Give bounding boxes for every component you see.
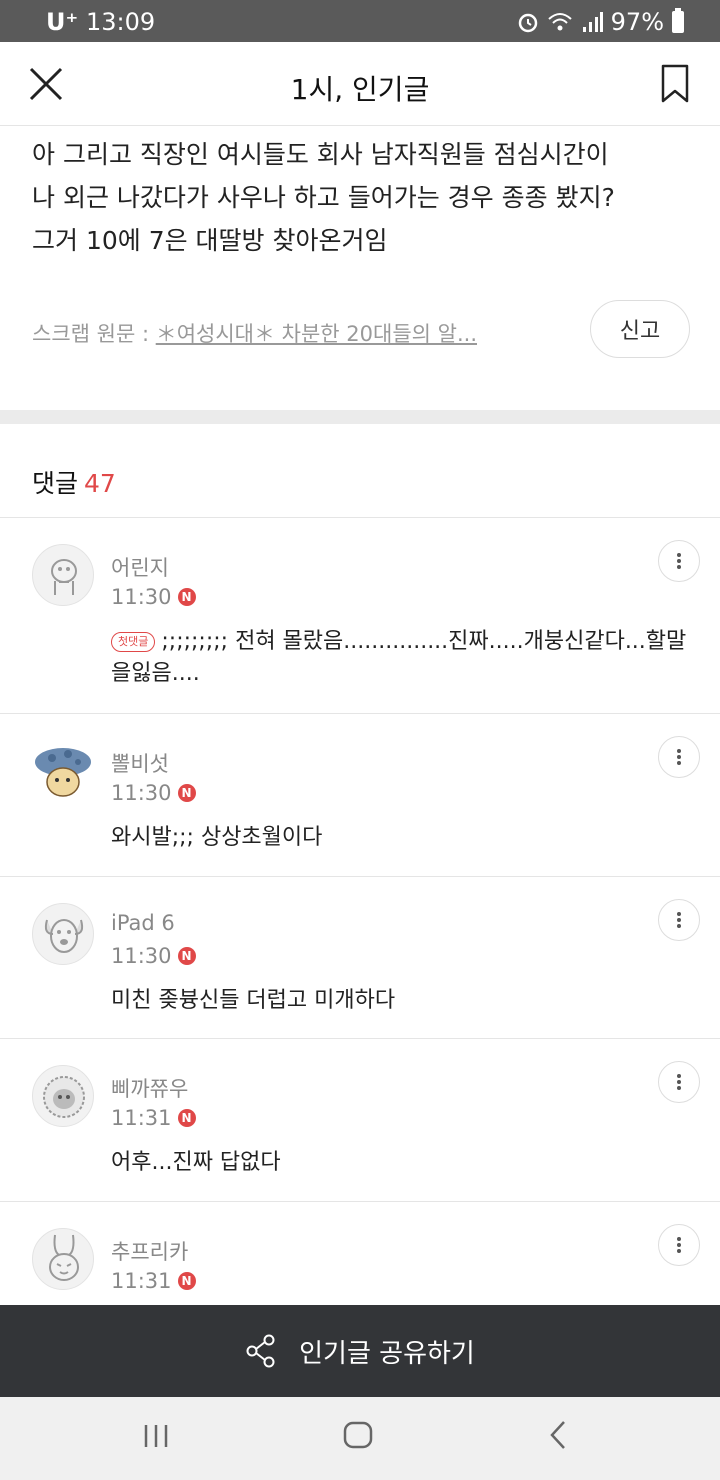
comment-nickname[interactable]: iPad 6 [111, 911, 175, 935]
comment-time-text: 11:31 [111, 1106, 172, 1130]
more-button[interactable] [658, 736, 700, 778]
share-icon [246, 1334, 275, 1368]
new-badge: N [177, 1272, 196, 1290]
avatar[interactable] [32, 1228, 94, 1290]
comment-text: 미친 좆븅신들 더럽고 미개하다 [111, 988, 396, 1013]
more-button[interactable] [658, 540, 700, 582]
scrap-link[interactable]: ＊여성시대＊ 차분한 20대들의 알... [156, 322, 477, 346]
carrier-label: U⁺ [46, 8, 79, 36]
signal-icon [582, 12, 603, 32]
clock: 13:09 [86, 8, 156, 36]
battery-percent: 97% [610, 8, 664, 36]
comment-item: iPad 6 11:30 N 미친 좆븅신들 더럽고 미개하다 [0, 877, 720, 1039]
wifi-icon [547, 13, 572, 31]
comment-body: ;;;;;;;;; 전혀 몰랐음...............진짜.....개붕… [111, 629, 687, 686]
comment-time: 11:31 N [111, 1106, 196, 1130]
comment-nickname[interactable]: 삐까쮸우 [111, 1073, 188, 1103]
post-body: 아 그리고 직장인 여시들도 회사 남자직원들 점심시간이 나 외근 나갔다가 … [32, 133, 692, 262]
post-line: 아 그리고 직장인 여시들도 회사 남자직원들 점심시간이 [32, 140, 609, 169]
comment-time-text: 11:30 [111, 944, 172, 968]
comment-item: 삐까쮸우 11:31 N 어후...진짜 답없다 [0, 1039, 720, 1202]
comment-nickname[interactable]: 추프리카 [111, 1236, 188, 1266]
more-button[interactable] [658, 1224, 700, 1266]
scrap-label: 스크랩 원문 : [32, 322, 156, 346]
avatar[interactable] [32, 740, 94, 802]
post-line: 그거 10에 7은 대딸방 찾아온거임 [32, 226, 388, 255]
home-icon[interactable] [343, 1421, 373, 1449]
avatar[interactable] [32, 903, 94, 965]
system-nav-bar [0, 1397, 720, 1480]
recent-apps-icon[interactable] [142, 1423, 170, 1449]
more-button[interactable] [658, 899, 700, 941]
alarm-icon [518, 13, 537, 33]
post-line: 나 외근 나갔다가 사우나 하고 들어가는 경우 종종 봤지? [32, 183, 615, 212]
comment-text: 첫댓글;;;;;;;;; 전혀 몰랐음...............진짜....… [111, 626, 696, 690]
comment-item: 추프리카 11:31 N [0, 1202, 720, 1305]
comment-time: 11:30 N [111, 944, 196, 968]
comments-count: 47 [84, 469, 116, 498]
report-button[interactable]: 신고 [590, 300, 690, 358]
section-divider [0, 410, 720, 424]
comment-nickname[interactable]: 뽈비섯 [111, 748, 169, 778]
comment-time: 11:31 N [111, 1269, 196, 1293]
comment-time: 11:30 N [111, 781, 196, 805]
comment-nickname[interactable]: 어린지 [111, 552, 169, 582]
comment-text: 와시발;;; 상상초월이다 [111, 825, 323, 850]
share-button[interactable]: 인기글 공유하기 [0, 1305, 720, 1397]
more-vertical-icon [677, 1074, 681, 1090]
app-header: 1시, 인기글 [0, 42, 720, 126]
comment-item: 뽈비섯 11:30 N 와시발;;; 상상초월이다 [0, 714, 720, 877]
new-badge: N [177, 784, 196, 802]
more-vertical-icon [677, 912, 681, 928]
scrap-source: 스크랩 원문 : ＊여성시대＊ 차분한 20대들의 알... [32, 318, 532, 348]
back-icon[interactable] [548, 1419, 570, 1451]
status-icons: 97% [517, 8, 684, 36]
bookmark-icon[interactable] [660, 64, 690, 104]
comment-time-text: 11:31 [111, 1269, 172, 1293]
new-badge: N [177, 1109, 196, 1127]
avatar[interactable] [32, 544, 94, 606]
comment-time-text: 11:30 [111, 781, 172, 805]
battery-icon [672, 8, 684, 33]
first-comment-badge: 첫댓글 [111, 632, 156, 652]
avatar[interactable] [32, 1065, 94, 1127]
comment-text: 어후...진짜 답없다 [111, 1150, 281, 1175]
more-vertical-icon [677, 553, 681, 569]
comment-item: 어린지 11:30 N 첫댓글;;;;;;;;; 전혀 몰랐음..........… [0, 518, 720, 714]
page-title: 1시, 인기글 [290, 73, 430, 106]
new-badge: N [177, 947, 196, 965]
new-badge: N [177, 588, 196, 606]
comments-label: 댓글 [32, 469, 79, 498]
more-vertical-icon [677, 1237, 681, 1253]
more-vertical-icon [677, 749, 681, 765]
more-button[interactable] [658, 1061, 700, 1103]
comments-header: 댓글 47 [32, 464, 116, 500]
comment-time-text: 11:30 [111, 585, 172, 609]
comment-time: 11:30 N [111, 585, 196, 609]
status-bar: U⁺ 13:09 97% [0, 0, 720, 42]
share-label: 인기글 공유하기 [299, 1338, 475, 1369]
